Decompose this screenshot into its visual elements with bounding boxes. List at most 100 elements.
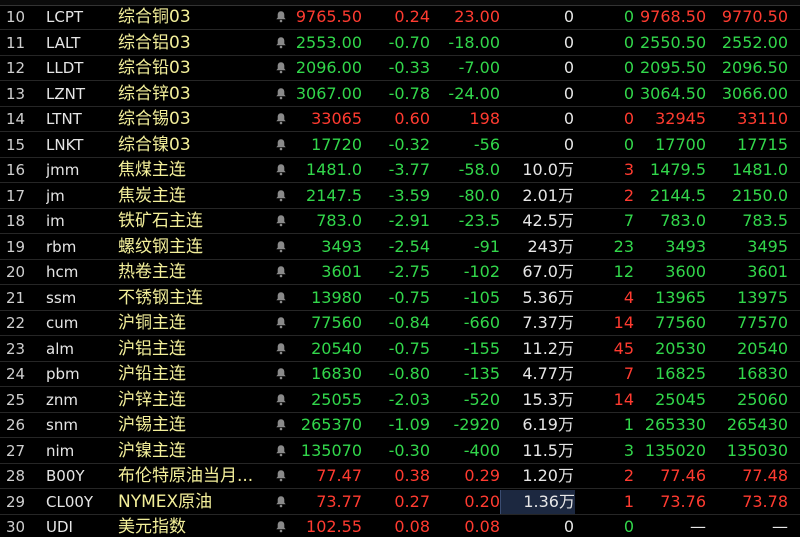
last-price: 20540 xyxy=(311,338,362,358)
last-price: 13980 xyxy=(311,287,362,307)
contract-name: 不锈钢主连 xyxy=(118,287,203,308)
last-price: 77560 xyxy=(311,313,362,332)
quote-row[interactable]: 29 CL00Y NYMEX原油 73.77 0.27 0.20 1.36万 1 73.76 73… xyxy=(0,489,800,515)
quote-row[interactable]: 28 B00Y 布伦特原油当月... 77.47 0.38 0.29 1.20万 2 77.46… xyxy=(0,464,800,489)
volume: 10.0万 xyxy=(522,160,574,179)
ask-price: 3066.00 xyxy=(721,83,788,103)
current-quantity: 0 xyxy=(623,517,634,536)
bell-icon[interactable] xyxy=(270,107,292,131)
last-price: 2553.00 xyxy=(295,32,362,52)
quote-row[interactable]: 18 im 铁矿石主连 783.0 -2.91 -23.5 42.5万 7 783.0 783.5 xyxy=(0,209,800,234)
change-amount: -80.0 xyxy=(458,185,500,205)
bell-icon[interactable] xyxy=(270,439,292,463)
contract-name: 沪铝主连 xyxy=(118,338,186,359)
contract-code: rbm xyxy=(46,237,77,256)
change-percent: -0.75 xyxy=(388,287,430,307)
bell-icon[interactable] xyxy=(270,388,292,412)
quote-row[interactable]: 17 jm 焦炭主连 2147.5 -3.59 -80.0 2.01万 2 2144.5 2150… xyxy=(0,184,800,209)
row-index: 16 xyxy=(6,161,26,179)
bell-icon[interactable] xyxy=(270,31,292,55)
quote-row[interactable]: 14 LTNT 综合锡03 33065 0.60 198 0 0 32945 33110 xyxy=(0,107,800,132)
contract-code: alm xyxy=(46,339,74,358)
bell-icon[interactable] xyxy=(270,184,292,208)
bell-icon[interactable] xyxy=(270,464,292,488)
quote-row[interactable]: 12 LLDT 综合铅03 2096.00 -0.33 -7.00 0 0 2095.50 209… xyxy=(0,56,800,81)
last-price: 2147.5 xyxy=(306,185,362,205)
change-percent: -0.75 xyxy=(388,338,430,358)
contract-name: 沪铅主连 xyxy=(118,364,186,384)
row-index: 26 xyxy=(6,416,26,434)
bell-icon[interactable] xyxy=(270,515,292,537)
contract-code: nim xyxy=(46,441,75,460)
bell-icon[interactable] xyxy=(270,56,292,80)
bid-price: 16825 xyxy=(655,364,706,383)
row-index: 12 xyxy=(6,59,26,77)
ask-price: — xyxy=(772,517,788,536)
quote-row[interactable]: 30 UDI 美元指数 102.55 0.08 0.08 0 0 — — xyxy=(0,515,800,537)
contract-name: 铁矿石主连 xyxy=(118,211,203,231)
change-amount: -7.00 xyxy=(458,58,500,77)
quote-row[interactable]: 24 pbm 沪铅主连 16830 -0.80 -135 4.77万 7 16825 16830 xyxy=(0,362,800,387)
volume: 0 xyxy=(563,32,574,52)
bell-icon[interactable] xyxy=(270,133,292,157)
quote-row[interactable]: 13 LZNT 综合锌03 3067.00 -0.78 -24.00 0 0 3064.50 30… xyxy=(0,82,800,107)
row-index: 10 xyxy=(6,8,26,26)
row-index: 27 xyxy=(6,441,26,460)
volume: 0 xyxy=(563,83,574,103)
quote-row[interactable]: 27 nim 沪镍主连 135070 -0.30 -400 11.5万 3 135020 1350… xyxy=(0,439,800,464)
bell-icon[interactable] xyxy=(270,337,292,361)
change-amount: 198 xyxy=(469,109,500,128)
bell-icon[interactable] xyxy=(270,235,292,259)
row-index: 18 xyxy=(6,212,26,230)
quote-row[interactable]: 10 LCPT 综合铜03 9765.50 0.24 23.00 0 0 9768.50 9770… xyxy=(0,5,800,30)
quote-row[interactable]: 25 znm 沪锌主连 25055 -2.03 -520 15.3万 14 25045 25060 xyxy=(0,388,800,413)
quote-row[interactable]: 19 rbm 螺纹钢主连 3493 -2.54 -91 243万 23 3493 3495 xyxy=(0,235,800,260)
volume: 42.5万 xyxy=(522,211,574,230)
change-amount: 0.20 xyxy=(464,491,500,511)
change-percent: -1.09 xyxy=(388,415,430,434)
contract-code: UDI xyxy=(46,518,73,536)
quote-row[interactable]: 15 LNKT 综合镍03 17720 -0.32 -56 0 0 17700 17715 xyxy=(0,133,800,158)
quote-row[interactable]: 23 alm 沪铝主连 20540 -0.75 -155 11.2万 45 20530 20540 xyxy=(0,337,800,362)
change-amount: 23.00 xyxy=(454,7,500,26)
quote-row[interactable]: 11 LALT 综合铝03 2553.00 -0.70 -18.00 0 0 2550.50 25… xyxy=(0,31,800,56)
contract-name: 综合锌03 xyxy=(118,83,191,104)
change-amount: 0.29 xyxy=(464,466,500,485)
row-index: 21 xyxy=(6,288,26,307)
quote-row[interactable]: 21 ssm 不锈钢主连 13980 -0.75 -105 5.36万 4 13965 13975 xyxy=(0,286,800,311)
bell-icon[interactable] xyxy=(270,362,292,386)
bell-icon[interactable] xyxy=(270,82,292,106)
bell-icon[interactable] xyxy=(270,286,292,310)
bid-price: 265330 xyxy=(644,415,706,434)
last-price: 783.0 xyxy=(316,211,362,230)
bid-price: 3493 xyxy=(665,236,706,256)
contract-name: 布伦特原油当月... xyxy=(118,466,254,486)
quote-row[interactable]: 26 snm 沪锡主连 265370 -1.09 -2920 6.19万 1 265330 265… xyxy=(0,413,800,438)
bid-price: 77560 xyxy=(655,313,706,332)
ask-price: 73.78 xyxy=(742,491,788,511)
bell-icon[interactable] xyxy=(270,490,292,514)
bell-icon[interactable] xyxy=(270,311,292,335)
volume: 0 xyxy=(563,517,574,536)
bid-price: — xyxy=(690,517,706,536)
quote-row[interactable]: 16 jmm 焦煤主连 1481.0 -3.77 -58.0 10.0万 3 1479.5 148… xyxy=(0,158,800,183)
change-amount: -135 xyxy=(463,364,500,383)
bell-icon[interactable] xyxy=(270,5,292,29)
volume: 11.2万 xyxy=(522,338,574,358)
ask-price: 3601 xyxy=(747,262,788,281)
bell-icon[interactable] xyxy=(270,413,292,437)
volume: 0 xyxy=(563,109,574,128)
change-amount: -24.00 xyxy=(448,83,500,103)
bell-icon[interactable] xyxy=(270,209,292,233)
contract-code: znm xyxy=(46,390,78,409)
last-price: 77.47 xyxy=(316,466,362,485)
current-quantity: 7 xyxy=(623,364,634,383)
last-price: 1481.0 xyxy=(306,160,362,179)
bid-price: 2550.50 xyxy=(640,32,706,52)
row-index: 15 xyxy=(6,135,26,154)
quote-row[interactable]: 20 hcm 热卷主连 3601 -2.75 -102 67.0万 12 3600 3601 xyxy=(0,260,800,285)
bell-icon[interactable] xyxy=(270,260,292,284)
bell-icon[interactable] xyxy=(270,158,292,182)
quote-row[interactable]: 22 cum 沪铜主连 77560 -0.84 -660 7.37万 14 77560 77570 xyxy=(0,311,800,336)
contract-code: LZNT xyxy=(46,84,86,103)
